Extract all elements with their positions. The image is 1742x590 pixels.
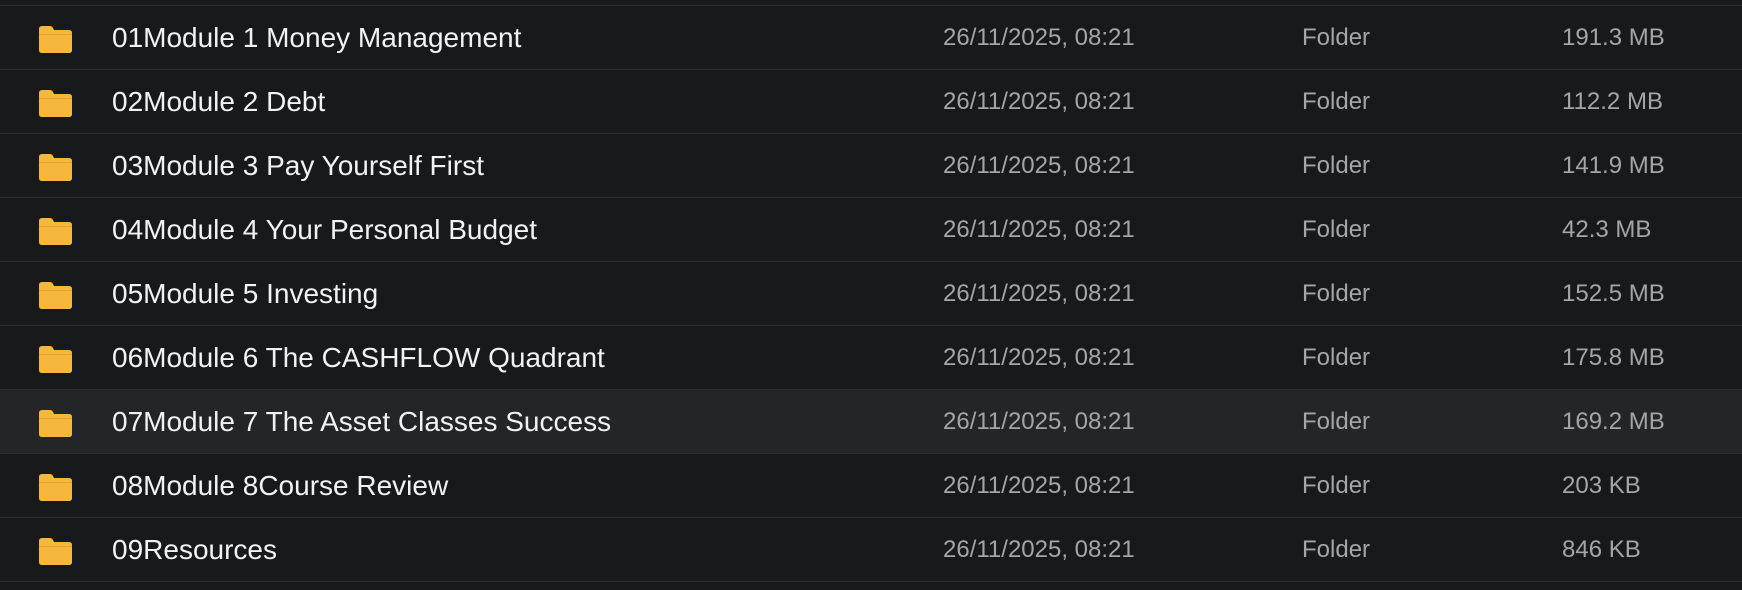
modified-date: 26/11/2025, 08:21 [943, 536, 1135, 563]
file-size: 112.2 MB [1562, 88, 1663, 115]
modified-date: 26/11/2025, 08:21 [943, 408, 1135, 435]
folder-row[interactable]: 04Module 4 Your Personal Budget 26/11/20… [0, 198, 1742, 262]
file-kind: Folder [1302, 408, 1371, 435]
folder-name: 09Resources [112, 534, 277, 565]
file-list: 01Module 1 Money Management 26/11/2025, … [0, 5, 1742, 582]
modified-date: 26/11/2025, 08:21 [943, 216, 1135, 243]
folder-icon [37, 88, 74, 118]
folder-name: 06Module 6 The CASHFLOW Quadrant [112, 342, 605, 373]
file-kind: Folder [1302, 216, 1371, 243]
file-kind: Folder [1302, 280, 1371, 307]
folder-row[interactable]: 03Module 3 Pay Yourself First 26/11/2025… [0, 134, 1742, 198]
folder-icon [37, 24, 74, 54]
folder-icon [37, 408, 74, 438]
folder-row[interactable]: 02Module 2 Debt 26/11/2025, 08:21 Folder… [0, 70, 1742, 134]
file-kind: Folder [1302, 24, 1371, 51]
folder-name: 08Module 8Course Review [112, 470, 449, 501]
folder-name: 04Module 4 Your Personal Budget [112, 214, 537, 245]
folder-icon [37, 280, 74, 310]
file-kind: Folder [1302, 536, 1371, 563]
folder-icon [37, 344, 74, 374]
file-kind: Folder [1302, 88, 1371, 115]
file-kind: Folder [1302, 344, 1371, 371]
file-size: 175.8 MB [1562, 344, 1665, 371]
folder-name: 02Module 2 Debt [112, 86, 326, 117]
modified-date: 26/11/2025, 08:21 [943, 24, 1135, 51]
file-kind: Folder [1302, 152, 1371, 179]
file-size: 169.2 MB [1562, 408, 1665, 435]
folder-row[interactable]: 09Resources 26/11/2025, 08:21 Folder 846… [0, 518, 1742, 582]
file-size: 191.3 MB [1562, 24, 1665, 51]
modified-date: 26/11/2025, 08:21 [943, 344, 1135, 371]
file-size: 42.3 MB [1562, 216, 1652, 243]
modified-date: 26/11/2025, 08:21 [943, 472, 1135, 499]
folder-name: 05Module 5 Investing [112, 278, 379, 309]
folder-icon [37, 216, 74, 246]
folder-name: 01Module 1 Money Management [112, 22, 522, 53]
modified-date: 26/11/2025, 08:21 [943, 152, 1135, 179]
modified-date: 26/11/2025, 08:21 [943, 88, 1135, 115]
folder-row[interactable]: 06Module 6 The CASHFLOW Quadrant 26/11/2… [0, 326, 1742, 390]
file-size: 203 KB [1562, 472, 1641, 499]
folder-row[interactable]: 08Module 8Course Review 26/11/2025, 08:2… [0, 454, 1742, 518]
folder-row[interactable]: 05Module 5 Investing 26/11/2025, 08:21 F… [0, 262, 1742, 326]
folder-row[interactable]: 01Module 1 Money Management 26/11/2025, … [0, 6, 1742, 70]
modified-date: 26/11/2025, 08:21 [943, 280, 1135, 307]
folder-icon [37, 152, 74, 182]
file-kind: Folder [1302, 472, 1371, 499]
folder-name: 03Module 3 Pay Yourself First [112, 150, 484, 181]
folder-icon [37, 472, 74, 502]
folder-icon [37, 536, 74, 566]
folder-row-hovered[interactable]: 07Module 7 The Asset Classes Success 26/… [0, 390, 1742, 454]
file-size: 141.9 MB [1562, 152, 1665, 179]
file-size: 846 KB [1562, 536, 1641, 563]
file-size: 152.5 MB [1562, 280, 1665, 307]
folder-name: 07Module 7 The Asset Classes Success [112, 406, 612, 437]
